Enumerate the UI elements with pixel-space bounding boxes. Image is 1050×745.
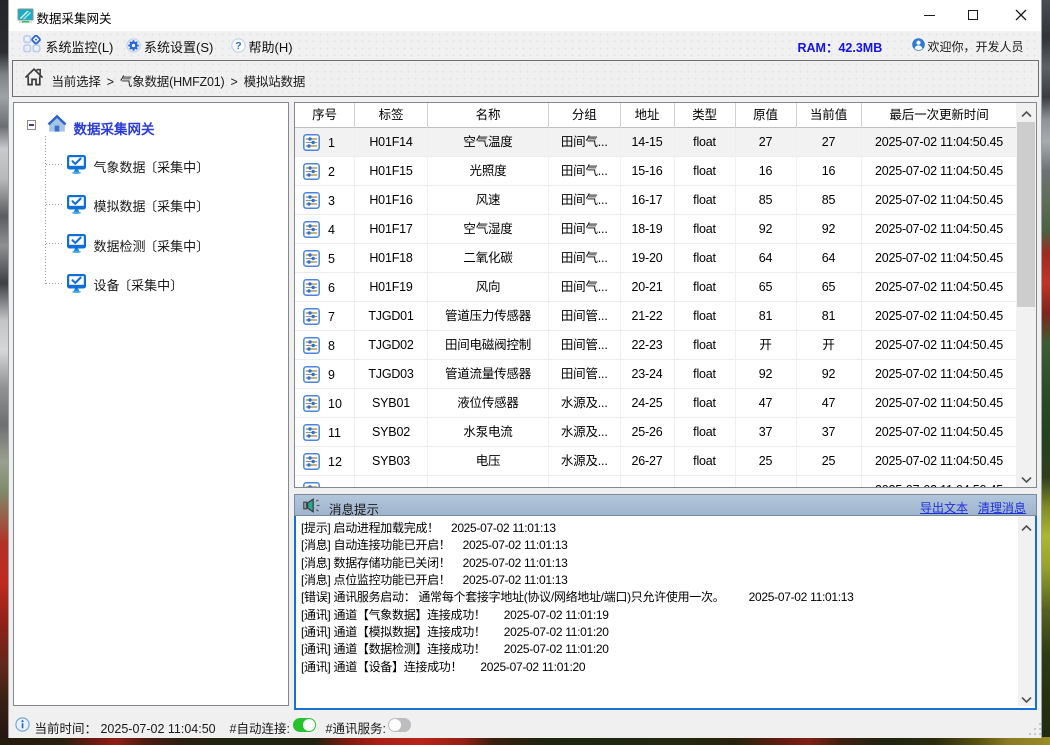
svg-text:?: ? — [235, 40, 241, 52]
